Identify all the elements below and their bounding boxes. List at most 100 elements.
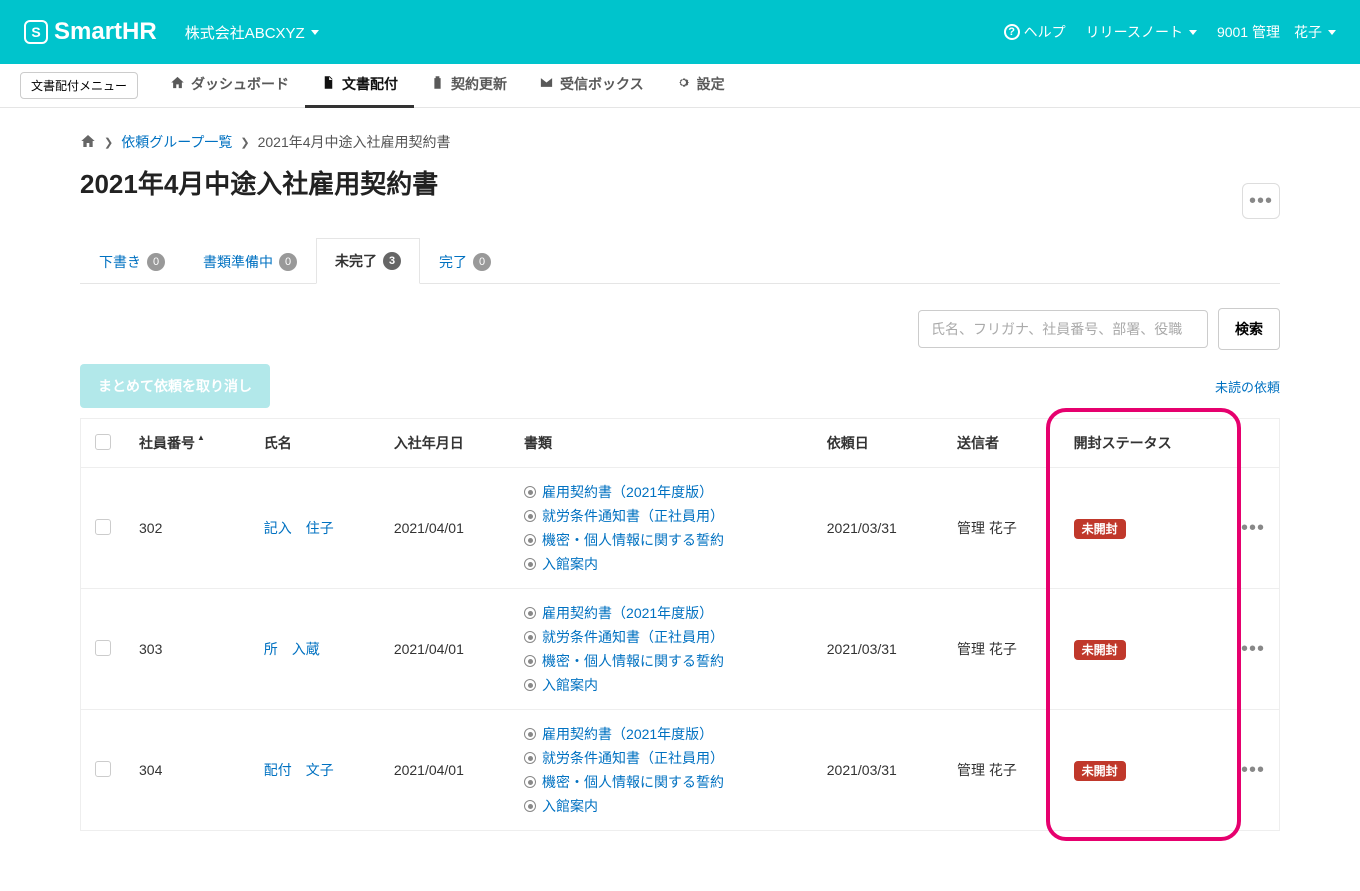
- cell-request-date: 2021/03/31: [813, 468, 943, 589]
- doc-menu-button[interactable]: 文書配付メニュー: [20, 72, 138, 99]
- document-item: 就労条件通知書（正社員用）: [524, 748, 799, 768]
- bulk-cancel-button[interactable]: まとめて依頼を取り消し: [80, 364, 270, 408]
- product-name: SmartHR: [54, 18, 157, 46]
- document-link[interactable]: 入館案内: [542, 796, 598, 816]
- status-badge: 未開封: [1074, 640, 1126, 660]
- document-link[interactable]: 機密・個人情報に関する誓約: [542, 772, 724, 792]
- row-checkbox[interactable]: [95, 761, 111, 777]
- row-more-button[interactable]: •••: [1241, 517, 1265, 539]
- document-link[interactable]: 就労条件通知書（正社員用）: [542, 506, 724, 526]
- cell-sender: 管理 花子: [943, 468, 1060, 589]
- col-sender[interactable]: 送信者: [943, 419, 1060, 468]
- document-link[interactable]: 就労条件通知書（正社員用）: [542, 748, 724, 768]
- document-link[interactable]: 雇用契約書（2021年度版）: [542, 724, 713, 744]
- user-menu[interactable]: 9001 管理 花子: [1217, 22, 1336, 42]
- employee-name-link[interactable]: 所 入蔵: [264, 641, 320, 657]
- release-notes-link[interactable]: リリースノート: [1086, 22, 1197, 42]
- logo-badge-icon: S: [24, 20, 48, 44]
- page-more-button[interactable]: •••: [1242, 183, 1280, 219]
- document-item: 雇用契約書（2021年度版）: [524, 603, 799, 623]
- nav-tab-file[interactable]: 文書配付: [305, 64, 414, 108]
- cell-request-date: 2021/03/31: [813, 710, 943, 831]
- status-tab-label: 未完了: [335, 251, 377, 271]
- search-button[interactable]: 検索: [1218, 308, 1280, 350]
- top-bar: S SmartHR 株式会社ABCXYZ ? ヘルプ リリースノート 9001 …: [0, 0, 1360, 64]
- product-logo[interactable]: S SmartHR: [24, 18, 157, 46]
- col-documents[interactable]: 書類: [510, 419, 813, 468]
- file-icon: [321, 75, 336, 93]
- status-badge: 未開封: [1074, 761, 1126, 781]
- release-notes-label: リリースノート: [1086, 22, 1183, 42]
- col-employee-no[interactable]: 社員番号: [125, 419, 250, 468]
- nav-tab-label: 契約更新: [451, 74, 507, 94]
- row-checkbox[interactable]: [95, 640, 111, 656]
- document-item: 就労条件通知書（正社員用）: [524, 627, 799, 647]
- table-row: 302 記入 住子 2021/04/01 雇用契約書（2021年度版） 就労条件通知書（…: [81, 468, 1280, 589]
- bullet-icon: [524, 534, 536, 546]
- document-link[interactable]: 機密・個人情報に関する誓約: [542, 530, 724, 550]
- bullet-icon: [524, 752, 536, 764]
- cell-join-date: 2021/04/01: [380, 589, 510, 710]
- status-tab-count: 0: [473, 253, 491, 271]
- row-more-button[interactable]: •••: [1241, 638, 1265, 660]
- col-name[interactable]: 氏名: [250, 419, 380, 468]
- home-icon[interactable]: [80, 133, 96, 152]
- company-name: 株式会社ABCXYZ: [185, 22, 305, 43]
- requests-table: 社員番号 氏名 入社年月日 書類 依頼日 送信者 開封ステータス 302 記入 住…: [80, 418, 1280, 831]
- nav-tab-home[interactable]: ダッシュボード: [154, 64, 305, 108]
- search-input[interactable]: [918, 310, 1208, 348]
- status-tab[interactable]: 書類準備中0: [184, 238, 316, 284]
- bullet-icon: [524, 679, 536, 691]
- status-tab[interactable]: 下書き0: [80, 238, 184, 284]
- select-all-checkbox[interactable]: [95, 434, 111, 450]
- document-item: 雇用契約書（2021年度版）: [524, 724, 799, 744]
- breadcrumb-group-link[interactable]: 依頼グループ一覧: [121, 132, 232, 152]
- chevron-right-icon: ❯: [104, 136, 113, 149]
- col-request-date[interactable]: 依頼日: [813, 419, 943, 468]
- row-checkbox[interactable]: [95, 519, 111, 535]
- status-tab-label: 完了: [439, 252, 467, 272]
- cell-sender: 管理 花子: [943, 710, 1060, 831]
- document-item: 機密・個人情報に関する誓約: [524, 772, 799, 792]
- document-link[interactable]: 入館案内: [542, 554, 598, 574]
- user-label: 9001 管理 花子: [1217, 22, 1322, 42]
- cell-sender: 管理 花子: [943, 589, 1060, 710]
- status-tab[interactable]: 未完了 3: [316, 238, 420, 284]
- employee-name-link[interactable]: 記入 住子: [264, 520, 334, 536]
- nav-tab-label: 設定: [697, 74, 725, 94]
- nav-tab-clipboard[interactable]: 契約更新: [414, 64, 523, 108]
- cell-employee-no: 303: [125, 589, 250, 710]
- home-icon: [170, 75, 185, 93]
- col-open-status[interactable]: 開封ステータス: [1060, 419, 1227, 468]
- status-tab-count: 3: [383, 252, 401, 270]
- unread-requests-link[interactable]: 未読の依頼: [1215, 377, 1280, 396]
- help-link[interactable]: ? ヘルプ: [1004, 22, 1066, 42]
- cell-request-date: 2021/03/31: [813, 589, 943, 710]
- document-item: 雇用契約書（2021年度版）: [524, 482, 799, 502]
- page-title: 2021年4月中途入社雇用契約書: [80, 164, 438, 201]
- document-link[interactable]: 入館案内: [542, 675, 598, 695]
- row-more-button[interactable]: •••: [1241, 759, 1265, 781]
- employee-name-link[interactable]: 配付 文子: [264, 762, 334, 778]
- document-link[interactable]: 機密・個人情報に関する誓約: [542, 651, 724, 671]
- nav-tab-gear[interactable]: 設定: [660, 64, 741, 108]
- document-link[interactable]: 就労条件通知書（正社員用）: [542, 627, 724, 647]
- document-link[interactable]: 雇用契約書（2021年度版）: [542, 603, 713, 623]
- nav-tab-label: ダッシュボード: [191, 74, 289, 94]
- top-right-menu: ? ヘルプ リリースノート 9001 管理 花子: [1004, 22, 1336, 42]
- table-row: 304配付 文子2021/04/01雇用契約書（2021年度版）就労条件通知書（…: [81, 710, 1280, 831]
- cell-join-date: 2021/04/01: [380, 468, 510, 589]
- breadcrumb: ❯ 依頼グループ一覧 ❯ 2021年4月中途入社雇用契約書: [80, 132, 1280, 152]
- cell-employee-no: 302: [125, 468, 250, 589]
- document-link[interactable]: 雇用契約書（2021年度版）: [542, 482, 713, 502]
- bullet-icon: [524, 800, 536, 812]
- nav-tab-mail[interactable]: 受信ボックス: [523, 64, 660, 108]
- document-item: 機密・個人情報に関する誓約: [524, 651, 799, 671]
- company-selector[interactable]: 株式会社ABCXYZ: [185, 22, 319, 43]
- status-tab[interactable]: 完了 0: [420, 238, 510, 284]
- bullet-icon: [524, 510, 536, 522]
- chevron-right-icon: ❯: [240, 136, 249, 149]
- document-item: 就労条件通知書（正社員用）: [524, 506, 799, 526]
- document-item: 入館案内: [524, 675, 799, 695]
- col-join-date[interactable]: 入社年月日: [380, 419, 510, 468]
